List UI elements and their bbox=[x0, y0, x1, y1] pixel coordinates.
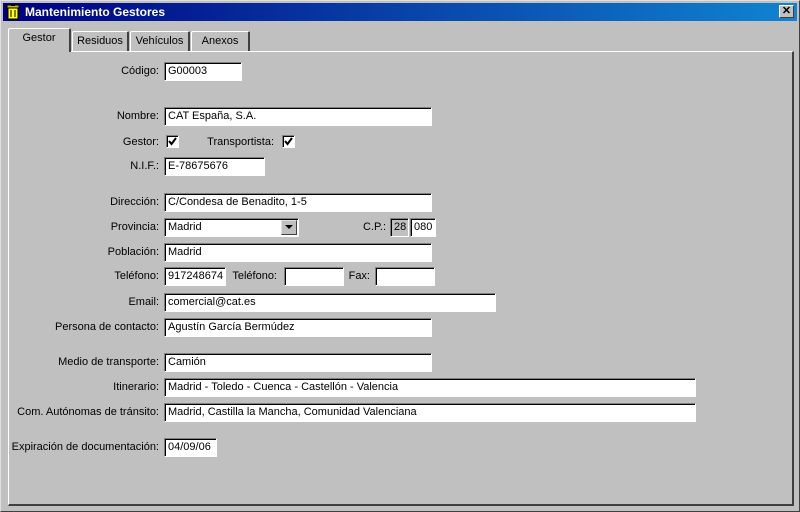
close-icon: ✕ bbox=[781, 5, 792, 17]
gestor-label: Gestor: bbox=[122, 136, 159, 148]
expiracion-field[interactable]: 04/09/06 bbox=[164, 438, 217, 457]
nif-label: N.I.F.: bbox=[130, 160, 159, 172]
tab-label: Gestor bbox=[22, 32, 56, 44]
nif-field[interactable]: E-78675676 bbox=[164, 157, 265, 176]
provincia-dropdown-button[interactable] bbox=[281, 220, 297, 235]
trash-bin-icon bbox=[6, 4, 20, 20]
window-title: Mantenimiento Gestores bbox=[25, 5, 166, 19]
window: Mantenimiento Gestores ✕ Gestor Residuos… bbox=[0, 0, 800, 512]
chevron-down-icon bbox=[285, 225, 293, 229]
checkmark-icon bbox=[168, 137, 177, 146]
tab-gestor[interactable]: Gestor bbox=[8, 28, 71, 52]
expiracion-label: Expiración de documentación: bbox=[11, 441, 159, 453]
comunidades-label: Com. Autónomas de tránsito: bbox=[17, 406, 159, 418]
poblacion-label: Población: bbox=[107, 246, 159, 258]
tab-label: Vehículos bbox=[135, 35, 184, 47]
itinerario-field[interactable]: Madrid - Toledo - Cuenca - Castellón - V… bbox=[164, 378, 696, 397]
tab-label: Residuos bbox=[77, 35, 123, 47]
itinerario-label: Itinerario: bbox=[113, 381, 159, 393]
tab-label: Anexos bbox=[201, 35, 239, 47]
telefono-label: Teléfono: bbox=[114, 270, 159, 282]
transportista-label: Transportista: bbox=[207, 136, 274, 148]
direccion-label: Dirección: bbox=[110, 196, 159, 208]
cp-prefix: 28 bbox=[390, 218, 409, 237]
cp-label: C.P.: bbox=[362, 221, 386, 233]
contacto-field[interactable]: Agustín García Bermúdez bbox=[164, 318, 432, 337]
transporte-field[interactable]: Camión bbox=[164, 353, 432, 372]
direccion-field[interactable]: C/Condesa de Benadito, 1-5 bbox=[164, 193, 432, 212]
comunidades-field[interactable]: Madrid, Castilla la Mancha, Comunidad Va… bbox=[164, 403, 696, 422]
checkmark-icon bbox=[284, 137, 293, 146]
contacto-label: Persona de contacto: bbox=[55, 321, 159, 333]
transportista-checkbox[interactable] bbox=[282, 135, 295, 148]
telefono2-label: Teléfono: bbox=[232, 270, 277, 282]
cp-field[interactable]: 080 bbox=[410, 218, 436, 237]
codigo-field[interactable]: G00003 bbox=[164, 62, 242, 81]
gestor-checkbox[interactable] bbox=[166, 135, 179, 148]
codigo-label: Código: bbox=[121, 65, 159, 77]
title-bar[interactable]: Mantenimiento Gestores ✕ bbox=[3, 3, 797, 21]
nombre-label: Nombre: bbox=[116, 110, 159, 122]
tab-vehiculos[interactable]: Vehículos bbox=[130, 31, 190, 52]
tab-anexos[interactable]: Anexos bbox=[191, 31, 250, 52]
provincia-select[interactable]: Madrid bbox=[164, 218, 299, 237]
poblacion-field[interactable]: Madrid bbox=[164, 243, 432, 262]
fax-field[interactable] bbox=[375, 267, 435, 286]
tab-residuos[interactable]: Residuos bbox=[72, 31, 129, 52]
telefono-field[interactable]: 917248674 bbox=[164, 267, 226, 286]
transporte-label: Medio de transporte: bbox=[58, 356, 159, 368]
email-label: Email: bbox=[128, 296, 159, 308]
provincia-value: Madrid bbox=[168, 221, 202, 233]
close-button[interactable]: ✕ bbox=[779, 5, 794, 18]
nombre-field[interactable]: CAT España, S.A. bbox=[164, 107, 432, 126]
telefono2-field[interactable] bbox=[284, 267, 344, 286]
fax-label: Fax: bbox=[348, 270, 370, 282]
provincia-label: Provincia: bbox=[110, 221, 159, 233]
email-field[interactable]: comercial@cat.es bbox=[164, 293, 496, 312]
